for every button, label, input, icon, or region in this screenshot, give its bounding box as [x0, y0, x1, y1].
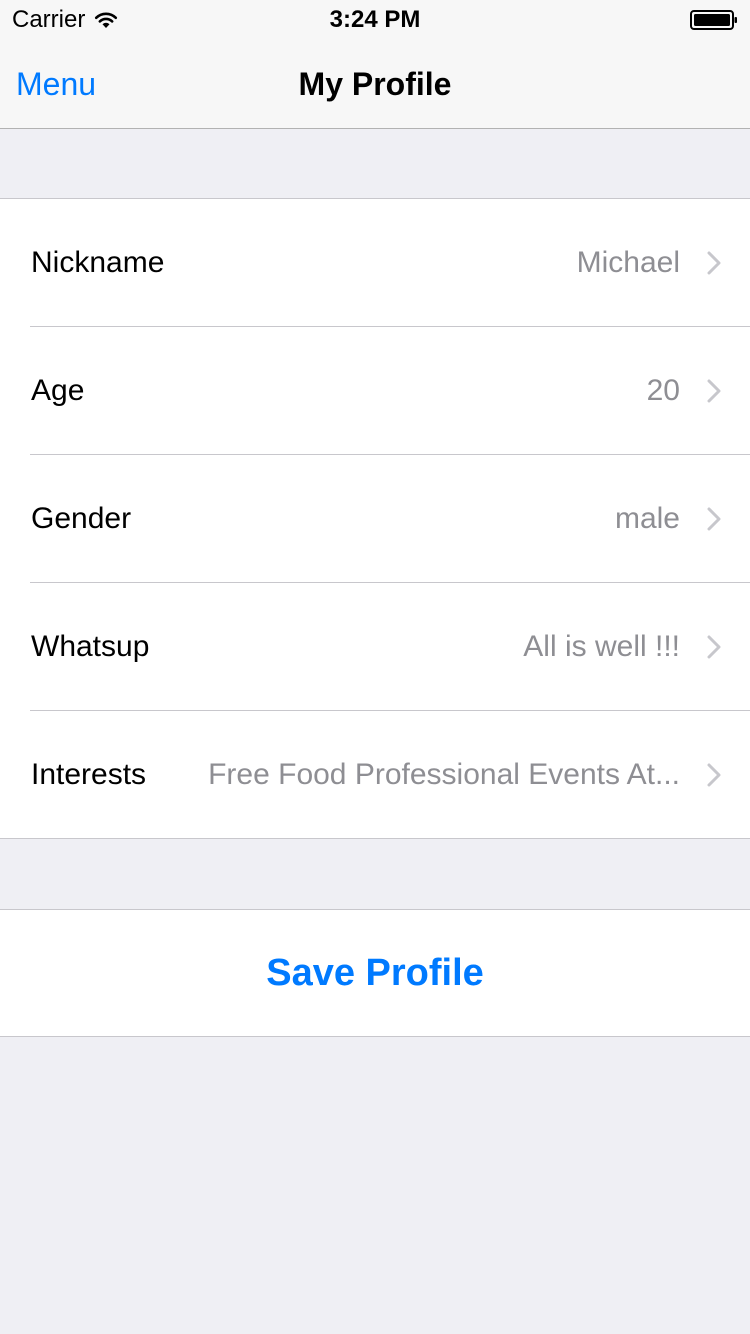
save-section: Save Profile	[0, 909, 750, 1037]
row-label: Age	[31, 373, 85, 407]
age-row[interactable]: Age 20	[0, 326, 750, 454]
row-label: Whatsup	[31, 629, 150, 663]
save-profile-button[interactable]: Save Profile	[0, 910, 750, 1036]
chevron-right-icon	[707, 507, 721, 530]
status-bar: Carrier 3:24 PM	[0, 0, 750, 40]
chevron-right-icon	[707, 635, 721, 658]
chevron-right-icon	[707, 379, 721, 402]
chevron-right-icon	[707, 251, 721, 274]
profile-fields: Nickname Michael Age 20 Gender male What…	[0, 198, 750, 839]
row-value: male	[614, 501, 680, 535]
row-label: Interests	[31, 757, 147, 791]
chevron-right-icon	[707, 763, 721, 786]
status-time: 3:24 PM	[329, 6, 421, 33]
row-value: Michael	[576, 245, 680, 279]
row-label: Gender	[31, 501, 132, 535]
row-value: 20	[646, 373, 680, 407]
battery-icon	[690, 10, 737, 30]
row-label: Nickname	[31, 245, 165, 279]
gender-row[interactable]: Gender male	[0, 454, 750, 582]
navigation-bar: Menu My Profile	[0, 40, 750, 129]
whatsup-row[interactable]: Whatsup All is well !!!	[0, 582, 750, 710]
interests-row[interactable]: Interests Free Food Professional Events …	[0, 710, 750, 838]
row-value: Free Food Professional Events At...	[208, 757, 680, 791]
row-value: All is well !!!	[523, 629, 680, 663]
nickname-row[interactable]: Nickname Michael	[0, 199, 750, 326]
page-title: My Profile	[298, 66, 452, 102]
